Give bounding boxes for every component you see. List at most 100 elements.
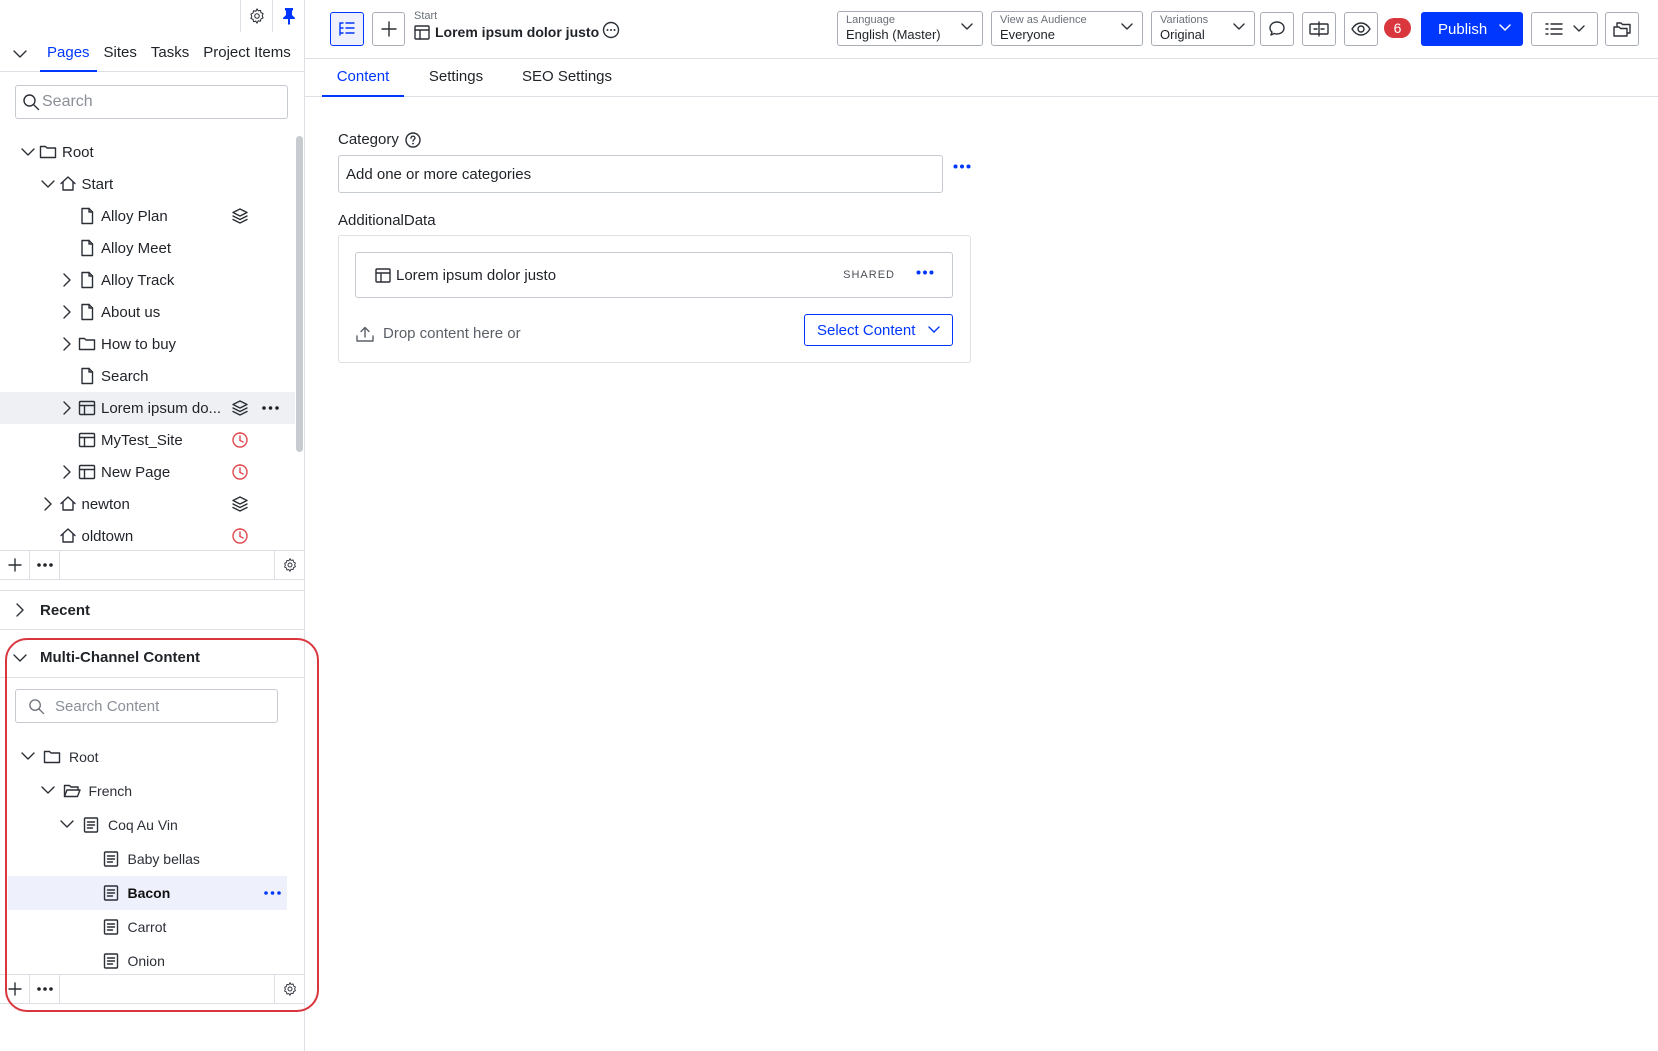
tree-settings-button[interactable] [274,551,305,579]
category-input[interactable]: Add one or more categories [338,155,943,193]
preview-button[interactable] [1344,12,1378,46]
tree-node-label: Alloy Plan [101,207,168,225]
node-more-button[interactable] [260,399,280,417]
expand-toggle[interactable] [21,749,37,765]
expand-toggle[interactable] [58,335,76,353]
page-tree: Root Start Alloy Plan Alloy Meet Alloy Track… [0,136,295,548]
tree-node[interactable]: oldtown [0,520,295,548]
breadcrumb-parent[interactable]: Start [414,10,599,22]
recent-section-header[interactable]: Recent [0,590,305,630]
tree-node[interactable]: Alloy Meet [0,232,295,264]
tab-settings[interactable]: Settings [414,59,498,97]
more-circle-icon [602,21,620,39]
tree-node[interactable]: Lorem ipsum do... [0,392,295,424]
chevron-right-icon[interactable] [60,337,74,351]
drop-zone[interactable]: Drop content here or [356,325,521,342]
chevron-right-icon[interactable] [60,305,74,319]
chevron-down-icon[interactable] [40,177,55,191]
content-icon [103,885,118,901]
tab-menu-button[interactable] [0,36,40,72]
expand-toggle[interactable] [58,463,76,481]
tree-more-button[interactable] [30,551,60,579]
assets-pane-button[interactable] [1605,12,1639,46]
tree-node[interactable]: Start [0,168,295,200]
audience-select[interactable]: View as Audience Everyone [991,11,1143,46]
content-tree-node[interactable]: Root [0,740,295,774]
tree-node[interactable]: About us [0,296,295,328]
variations-select[interactable]: Variations Original [1151,11,1255,46]
pin-button[interactable] [272,0,304,32]
layers-icon [232,400,248,416]
content-item[interactable]: Lorem ipsum dolor justo SHARED [355,252,953,298]
expand-toggle[interactable] [58,271,76,289]
help-icon[interactable] [405,131,421,148]
chevron-right-icon[interactable] [60,465,74,479]
content-item-more-button[interactable] [916,270,934,275]
content-tree-node[interactable]: Coq Au Vin [0,808,295,842]
language-select[interactable]: Language English (Master) [837,11,983,46]
chevron-right-icon[interactable] [60,401,74,415]
pane-settings-button[interactable] [240,0,272,32]
expand-toggle[interactable] [19,143,37,161]
content-tree-node[interactable]: Baby bellas [0,842,295,876]
notification-badge[interactable]: 6 [1384,18,1411,38]
content-tree-node[interactable]: Carrot [0,910,295,944]
node-icon [78,335,96,353]
tree-node[interactable]: Alloy Plan [0,200,295,232]
tab-sites[interactable]: Sites [97,36,144,72]
chevron-down-icon[interactable] [21,145,35,159]
chevron-down-icon[interactable] [60,817,74,831]
chevron-right-icon[interactable] [41,497,55,511]
tab-content[interactable]: Content [322,59,404,97]
tree-scrollbar[interactable] [296,136,303,452]
page-search-input[interactable]: Search [15,85,288,119]
content-tree-node[interactable]: Bacon [8,876,287,910]
publish-button[interactable]: Publish [1421,12,1523,46]
view-options-button[interactable] [1531,12,1598,46]
expand-toggle[interactable] [39,495,57,513]
content-settings-button[interactable] [274,975,305,1003]
add-button[interactable] [372,12,405,46]
category-more-button[interactable] [953,164,971,169]
content-search-input[interactable]: Search Content [15,689,278,723]
select-content-button[interactable]: Select Content [804,314,953,346]
expand-toggle[interactable] [58,399,76,417]
expand-toggle[interactable] [39,175,57,193]
tree-node[interactable]: How to buy [0,328,295,360]
plus-icon [7,558,22,572]
status-indicator [231,495,249,513]
expand-toggle[interactable] [58,303,76,321]
expand-toggle[interactable] [60,817,76,833]
tree-node[interactable]: Search [0,360,295,392]
node-more-button[interactable] [264,891,281,895]
pane-toolbar [240,0,304,32]
add-page-button[interactable] [0,551,30,579]
tree-node[interactable]: Root [0,136,295,168]
comments-button[interactable] [1260,12,1294,46]
chevron-right-icon[interactable] [60,273,74,287]
tab-seo-settings[interactable]: SEO Settings [514,59,620,97]
tree-node[interactable]: Alloy Track [0,264,295,296]
tab-tasks[interactable]: Tasks [144,36,196,72]
content-more-button[interactable] [30,975,60,1003]
tree-node[interactable]: MyTest_Site [0,424,295,456]
compare-button[interactable] [1302,12,1336,46]
add-content-button[interactable] [0,975,30,1003]
tab-pages[interactable]: Pages [40,36,97,72]
title-options-button[interactable] [602,21,620,39]
folder-icon [39,145,57,159]
mcc-section-header[interactable]: Multi-Channel Content [0,638,305,678]
tree-node-label: Alloy Meet [101,239,172,257]
chevron-down-icon[interactable] [21,749,35,763]
chevron-down-icon[interactable] [40,783,55,797]
expand-toggle[interactable] [40,783,57,799]
tab-project-items[interactable]: Project Items [196,36,298,72]
toggle-navigation-button[interactable] [330,12,364,46]
content-tree-node[interactable]: French [0,774,295,808]
chevron-down-icon [928,326,940,333]
block-icon [414,24,430,40]
content-tree-node[interactable]: Onion [0,944,295,974]
tree-node[interactable]: New Page [0,456,295,488]
tree-node[interactable]: newton [0,488,295,520]
more-icon [953,164,971,169]
